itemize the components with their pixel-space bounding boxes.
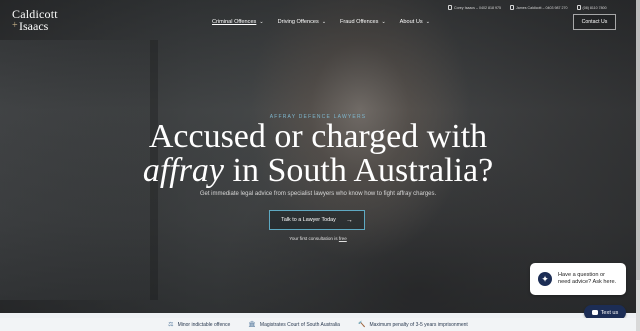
logo-mark: + (12, 20, 18, 31)
scales-icon: ⚖ (168, 322, 174, 328)
gavel-icon: 🔨 (357, 322, 366, 328)
contact-james[interactable]: James Caldicott – 0403 987 270 (509, 5, 568, 10)
site-logo[interactable]: Caldicott + Isaacs (12, 8, 58, 32)
nav-item-fraud-offences[interactable]: Fraud Offences ⌄ (340, 19, 386, 25)
chevron-down-icon: ⌄ (259, 19, 264, 25)
nav-item-label: Driving Offences (277, 19, 319, 25)
cta-label: Talk to a Lawyer Today (281, 217, 336, 223)
nav-item-about-us[interactable]: About Us ⌄ (400, 19, 430, 25)
talk-to-lawyer-button[interactable]: Talk to a Lawyer Today → (269, 210, 365, 230)
feature-item: 🏛 Magistrates Court of South Australia (248, 321, 340, 329)
header-contacts: Corey Isaacs – 0402 818 975 James Caldic… (448, 5, 607, 10)
main-nav: Criminal Offences ⌄ Driving Offences ⌄ F… (212, 19, 430, 25)
nav-item-label: Criminal Offences (212, 19, 257, 25)
chat-prompt[interactable]: ✦ Have a question or need advice? Ask he… (530, 263, 626, 295)
contact-office[interactable]: (08) 8110 7800 (576, 5, 607, 10)
contact-corey[interactable]: Corey Isaacs – 0402 818 975 (448, 5, 501, 10)
contact-us-button[interactable]: Contact Us (573, 14, 616, 30)
chat-prompt-text: Have a question or need advice? Ask here… (558, 272, 616, 287)
contact-james-text: James Caldicott – 0403 987 270 (515, 5, 568, 10)
text-us-label: Text us (600, 309, 619, 316)
logo-line2: Isaacs (19, 19, 49, 33)
nav-item-criminal-offences[interactable]: Criminal Offences ⌄ (212, 19, 264, 25)
contact-office-text: (08) 8110 7800 (582, 5, 607, 10)
feature-item: ⚖ Minor indictable offence (168, 321, 231, 329)
hero-title-line2-rest: in South Australia? (224, 152, 494, 189)
nav-item-label: About Us (399, 19, 423, 25)
phone-icon (448, 5, 452, 10)
arrow-right-icon: → (345, 216, 353, 224)
chevron-down-icon: ⌄ (381, 19, 386, 25)
consultation-note: Your first consultation is free (0, 236, 636, 241)
chat-bubble-icon (591, 310, 598, 315)
feature-strip: ⚖ Minor indictable offence 🏛 Magistrates… (0, 318, 636, 331)
phone-icon (576, 5, 581, 10)
courthouse-icon: 🏛 (248, 322, 256, 328)
hero-subtitle: Get immediate legal advice from speciali… (199, 191, 437, 197)
scrollbar-thumb[interactable] (636, 0, 640, 280)
feature-item: 🔨 Maximum penalty of 3-5 years imprisonm… (357, 321, 468, 329)
chevron-down-icon: ⌄ (425, 19, 430, 25)
page-scrollbar[interactable] (636, 0, 640, 331)
chevron-down-icon: ⌄ (321, 19, 327, 25)
feature-label: Minor indictable offence (177, 321, 231, 328)
nav-item-label: Fraud Offences (340, 19, 379, 25)
chat-avatar-icon: ✦ (538, 272, 552, 286)
feature-label: Maximum penalty of 3-5 years imprisonmen… (369, 321, 468, 328)
phone-icon (509, 5, 514, 10)
contact-corey-text: Corey Isaacs – 0402 818 975 (454, 5, 501, 10)
chat-line2: need advice? Ask here. (558, 279, 617, 285)
feature-label: Magistrates Court of South Australia (259, 321, 340, 328)
hero-title: Accused or charged with affray in South … (0, 120, 636, 188)
consultation-note-text: Your first consultation is (289, 236, 339, 241)
hero-title-emphasis: affray (142, 152, 225, 189)
hero-title-line1: Accused or charged with (148, 118, 488, 155)
chat-line1: Have a question or (558, 271, 605, 278)
nav-item-driving-offences[interactable]: Driving Offences ⌄ (278, 19, 326, 25)
free-link[interactable]: free (339, 236, 347, 241)
hero-title-line2: affray in South Australia? (0, 154, 636, 188)
